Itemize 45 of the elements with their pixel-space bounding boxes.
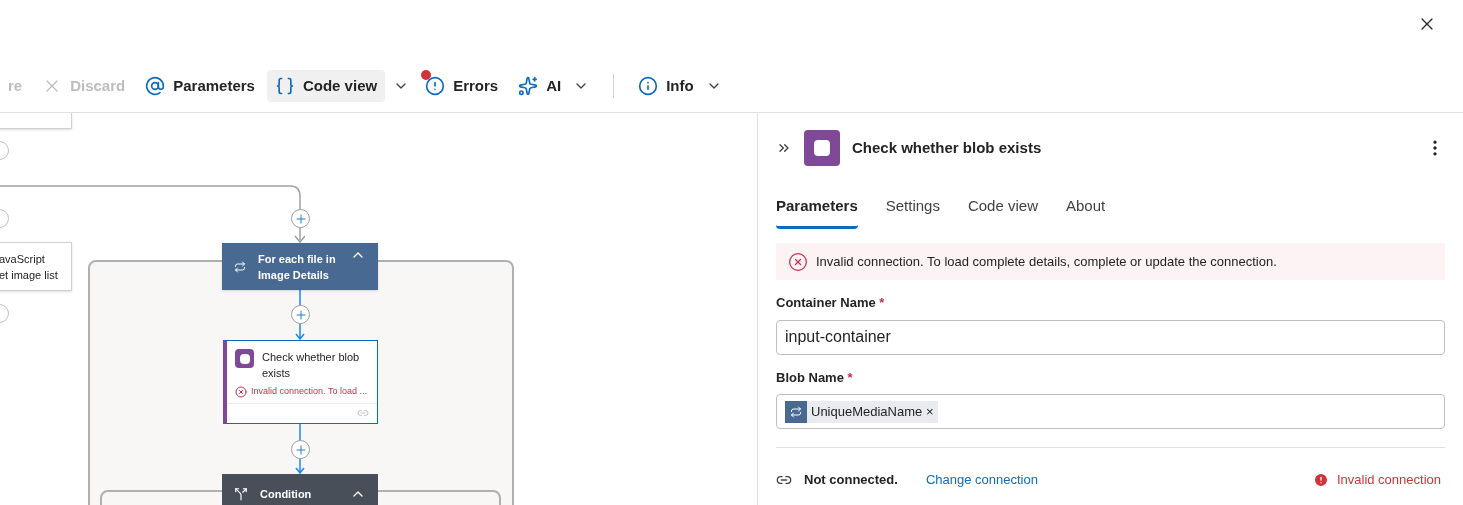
node-title: For each file in Image Details — [258, 251, 337, 283]
alert-icon — [425, 76, 446, 96]
braces-icon — [274, 76, 295, 96]
panel-title: Check whether blob exists — [852, 137, 1043, 158]
node-label: et image list — [0, 267, 59, 283]
input-field[interactable]: UniqueMediaName × — [776, 394, 1445, 429]
loop-icon — [790, 405, 802, 418]
tab[interactable]: About — [1066, 195, 1106, 229]
node-title: Condition — [260, 486, 313, 502]
toolbar-button[interactable]: Errors — [417, 70, 507, 102]
plus-icon — [293, 442, 308, 457]
error-icon — [788, 251, 808, 272]
error-message: Invalid connection. To load complete details, complete or update the connection. — [816, 252, 1277, 271]
token-chip[interactable]: UniqueMediaName × — [785, 400, 938, 423]
change-connection-link[interactable]: Change connection — [925, 470, 1313, 490]
node-title: Check whether blob exists — [262, 350, 361, 381]
connection-error: Invalid connection — [1336, 471, 1441, 490]
add-step-button[interactable] — [291, 209, 310, 228]
action-node[interactable]: Check whether blob exists Invalid connection. To load ... — [223, 340, 378, 424]
condition-icon — [234, 487, 248, 501]
toolbar-button[interactable]: Code view — [266, 70, 386, 102]
blob-storage-icon — [235, 349, 254, 368]
error-icon — [235, 385, 247, 398]
sparkles-icon — [518, 76, 539, 96]
tab[interactable]: Code view — [967, 195, 1038, 229]
blob-storage-icon — [804, 130, 840, 166]
plus-icon — [293, 211, 308, 226]
node-label: avaScript — [0, 251, 46, 267]
condition-node[interactable]: Condition — [222, 474, 378, 505]
at-sign-icon — [145, 76, 166, 96]
input-field[interactable]: input-container — [776, 319, 1445, 355]
alert-icon — [1312, 472, 1329, 488]
tab[interactable]: Parameters — [776, 195, 858, 229]
loop-icon — [234, 260, 246, 273]
tab[interactable]: Settings — [885, 195, 940, 229]
toolbar-button[interactable]: Info — [630, 70, 730, 102]
loop-node[interactable]: For each file in Image Details — [222, 243, 378, 290]
toolbar-button[interactable]: Parameters — [137, 70, 263, 102]
field-label: Container Name * — [776, 294, 886, 312]
node-error-text: Invalid connection. To load ... — [251, 385, 367, 398]
field-label: Blob Name * — [776, 368, 854, 387]
connection-status: Not connected. — [804, 471, 898, 490]
toolbar-button[interactable]: AI — [510, 70, 598, 102]
info-icon — [638, 76, 659, 96]
plus-icon — [293, 307, 308, 322]
